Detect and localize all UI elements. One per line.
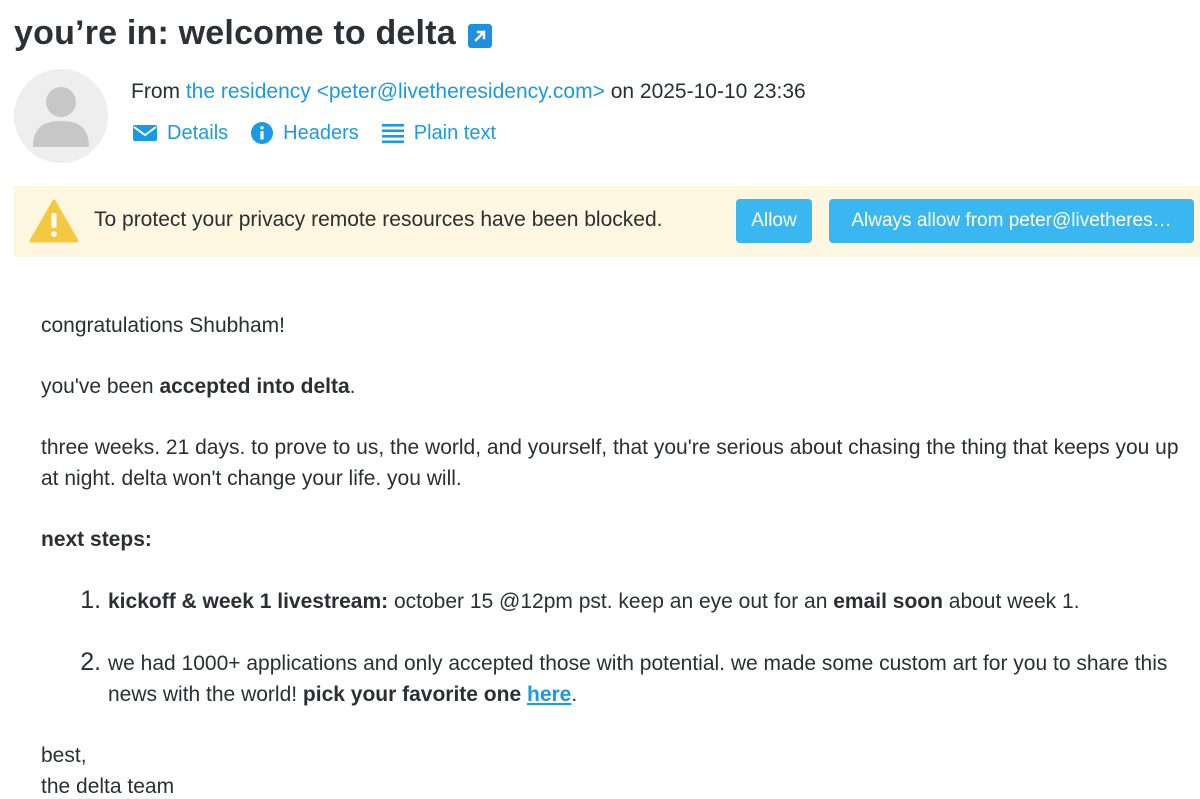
sender-avatar <box>14 69 108 163</box>
step-2-bold: pick your favorite one <box>302 683 522 706</box>
email-view: you’re in: welcome to delta From the res… <box>0 0 1200 799</box>
info-icon <box>251 122 274 144</box>
step-1-text-2: about week 1. <box>942 590 1080 613</box>
steps-list: kickoff & week 1 livestream: october 15 … <box>41 585 1191 710</box>
here-link[interactable]: here <box>527 683 571 706</box>
accepted-suffix: . <box>349 375 356 398</box>
list-item: kickoff & week 1 livestream: october 15 … <box>108 585 1191 617</box>
details-button[interactable]: Details <box>132 122 228 145</box>
signoff-line-2: the delta team <box>41 775 175 798</box>
step-1-bold: kickoff & week 1 livestream: <box>108 590 389 613</box>
step-1-text: october 15 @12pm pst. keep an eye out fo… <box>388 590 834 613</box>
signoff: best, the delta team <box>41 740 1191 799</box>
subject-line: you’re in: welcome to delta <box>14 14 492 53</box>
message-body: congratulations Shubham! you've been acc… <box>41 310 1191 799</box>
warning-icon <box>29 199 79 243</box>
signoff-line-1: best, <box>41 744 87 767</box>
accepted-line: you've been accepted into delta. <box>41 371 1191 402</box>
from-line: From the residency <peter@livetheresiden… <box>131 80 806 104</box>
step-2-text: we had 1000+ applications and only accep… <box>108 652 1168 706</box>
headers-label: Headers <box>283 121 359 144</box>
greeting: congratulations Shubham! <box>41 314 285 337</box>
external-link-icon[interactable] <box>467 23 492 48</box>
always-allow-button[interactable]: Always allow from peter@livetheres… <box>829 199 1194 243</box>
list-item: we had 1000+ applications and only accep… <box>108 647 1191 710</box>
intro-paragraph: three weeks. 21 days. to prove to us, th… <box>41 436 1179 490</box>
on-label: on <box>610 80 635 103</box>
step-1-bold-2: email soon <box>833 590 943 613</box>
plain-text-label: Plain text <box>413 121 497 144</box>
accepted-bold: accepted into delta <box>159 375 350 398</box>
banner-message: To protect your privacy remote resources… <box>94 208 663 231</box>
sender-email-link[interactable]: <peter@livetheresidency.com> <box>317 80 605 103</box>
plain-text-button[interactable]: Plain text <box>381 122 496 145</box>
email-subject: you’re in: welcome to delta <box>14 14 456 52</box>
sender-name-link[interactable]: the residency <box>186 80 311 103</box>
next-steps-label: next steps: <box>41 528 152 551</box>
from-label: From <box>131 80 180 103</box>
accepted-prefix: you've been <box>41 375 160 398</box>
user-silhouette-icon <box>33 87 89 147</box>
step-2-end: . <box>571 683 578 706</box>
details-label: Details <box>167 121 229 144</box>
envelope-icon <box>133 125 157 141</box>
next-steps-heading: next steps: <box>41 524 1191 555</box>
lines-icon <box>381 124 404 144</box>
email-date: 2025-10-10 23:36 <box>639 80 806 103</box>
header-actions: Details Headers Plain text <box>132 121 496 145</box>
remote-content-banner: To protect your privacy remote resources… <box>14 186 1200 257</box>
allow-button[interactable]: Allow <box>736 199 812 243</box>
headers-button[interactable]: Headers <box>250 121 359 145</box>
